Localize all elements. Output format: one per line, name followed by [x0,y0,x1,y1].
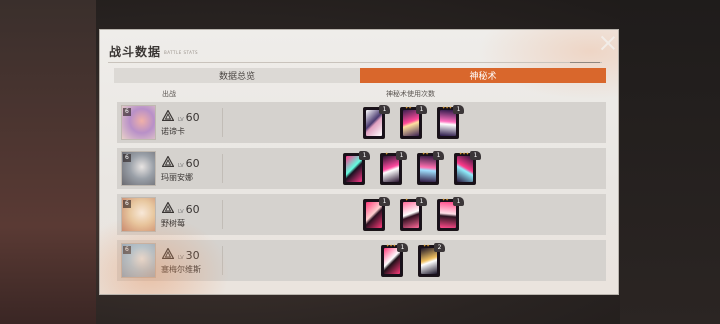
character-portrait[interactable]: 6 [121,243,156,278]
column-header-appearance: 出战 [162,90,176,98]
level-tag: LV [178,117,184,123]
usage-count-badge: 1 [396,151,407,160]
character-portrait[interactable]: 6 [121,105,156,140]
card-star-icon: ✦✦✦ [459,151,470,156]
tab-bar: 数据总览 神秘术 [114,68,606,83]
row-divider [222,200,223,229]
battle-stats-dialog: 战斗数据 BATTLE STATS 数据总览 神秘术 出战 神秘术使用次数 6 L… [99,29,619,295]
title-divider-accent [570,62,600,63]
character-row: 6 LV 60 玛丽安娜 1 ✦ 1 ✦✦ 1 ✦✦✦ 1 [117,148,606,189]
usage-count-badge: 1 [453,105,464,114]
character-name: 塞梅尔维斯 [161,265,201,274]
column-header-usage: 神秘术使用次数 [386,90,435,98]
title-divider [108,62,602,63]
level-tag: LV [178,163,184,169]
rank-badge: 6 [123,108,131,116]
usage-count-badge: 1 [397,243,408,252]
level-value: 30 [185,249,200,262]
level-value: 60 [185,157,200,170]
level-line: LV 30 [162,248,200,262]
row-divider [222,108,223,137]
insight-triangle-icon [162,202,174,213]
usage-count-badge: 1 [433,151,444,160]
dialog-subtitle: BATTLE STATS [164,50,199,55]
usage-count-badge: 1 [416,197,427,206]
arcanum-card[interactable]: 1 [363,197,390,231]
arcanum-card[interactable]: ✦✦ 1 [417,151,444,185]
character-row: 6 LV 60 野树莓 1 ✦ 1 ✦✦ 1 [117,194,606,235]
arcanum-card[interactable]: ✦✦✦ 1 [454,151,481,185]
character-portrait[interactable]: 6 [121,151,156,186]
row-divider [222,154,223,183]
level-value: 60 [185,203,200,216]
tab-arcanum[interactable]: 神秘术 [360,68,606,83]
usage-count-badge: 1 [470,151,481,160]
arcanum-card[interactable]: 1 [343,151,370,185]
usage-count-badge: 1 [379,105,390,114]
arcanum-card[interactable]: ✦✦✦ 1 [437,105,464,139]
row-divider [222,246,223,275]
card-star-icon: ✦✦ [423,243,430,248]
character-row: 6 LV 30 塞梅尔维斯 ✦✦✦ 1 ✦✦ 2 [117,240,606,281]
background-right [620,0,720,324]
rank-badge: 6 [123,154,131,162]
arcanum-card[interactable]: ✦✦ 1 [437,197,464,231]
level-line: LV 60 [162,202,200,216]
character-name: 诺谛卡 [161,127,185,136]
insight-triangle-icon [162,110,174,121]
usage-count-badge: 1 [359,151,370,160]
character-name: 玛丽安娜 [161,173,193,182]
card-star-icon: ✦✦✦ [442,105,453,110]
character-portrait[interactable]: 6 [121,197,156,232]
card-star-icon: ✦ [385,151,389,156]
level-value: 60 [185,111,200,124]
card-star-icon: ✦ [405,197,409,202]
level-tag: LV [178,255,184,261]
usage-count-badge: 1 [416,105,427,114]
card-star-icon: ✦✦✦ [386,243,397,248]
arcanum-card[interactable]: ✦ 1 [400,197,427,231]
usage-count-badge: 2 [434,243,445,252]
arcanum-card[interactable]: ✦✦ 2 [418,243,445,277]
level-tag: LV [178,209,184,215]
dialog-title: 战斗数据 [109,45,162,59]
level-line: LV 60 [162,110,200,124]
rank-badge: 6 [123,246,131,254]
tab-overview[interactable]: 数据总览 [114,68,360,83]
level-line: LV 60 [162,156,200,170]
character-name: 野树莓 [161,219,185,228]
character-row: 6 LV 60 诺谛卡 1 ✦✦ 1 ✦✦✦ 1 [117,102,606,143]
card-star-icon: ✦✦ [442,197,449,202]
background-left [0,0,96,324]
usage-count-badge: 1 [379,197,390,206]
arcanum-card[interactable]: 1 [363,105,390,139]
rank-badge: 6 [123,200,131,208]
arcanum-card[interactable]: ✦ 1 [380,151,407,185]
card-star-icon: ✦✦ [405,105,412,110]
usage-count-badge: 1 [453,197,464,206]
card-star-icon: ✦✦ [422,151,429,156]
arcanum-card[interactable]: ✦✦ 1 [400,105,427,139]
arcanum-card[interactable]: ✦✦✦ 1 [381,243,408,277]
insight-triangle-icon [162,156,174,167]
insight-triangle-icon [162,248,174,259]
close-icon[interactable] [599,34,617,52]
